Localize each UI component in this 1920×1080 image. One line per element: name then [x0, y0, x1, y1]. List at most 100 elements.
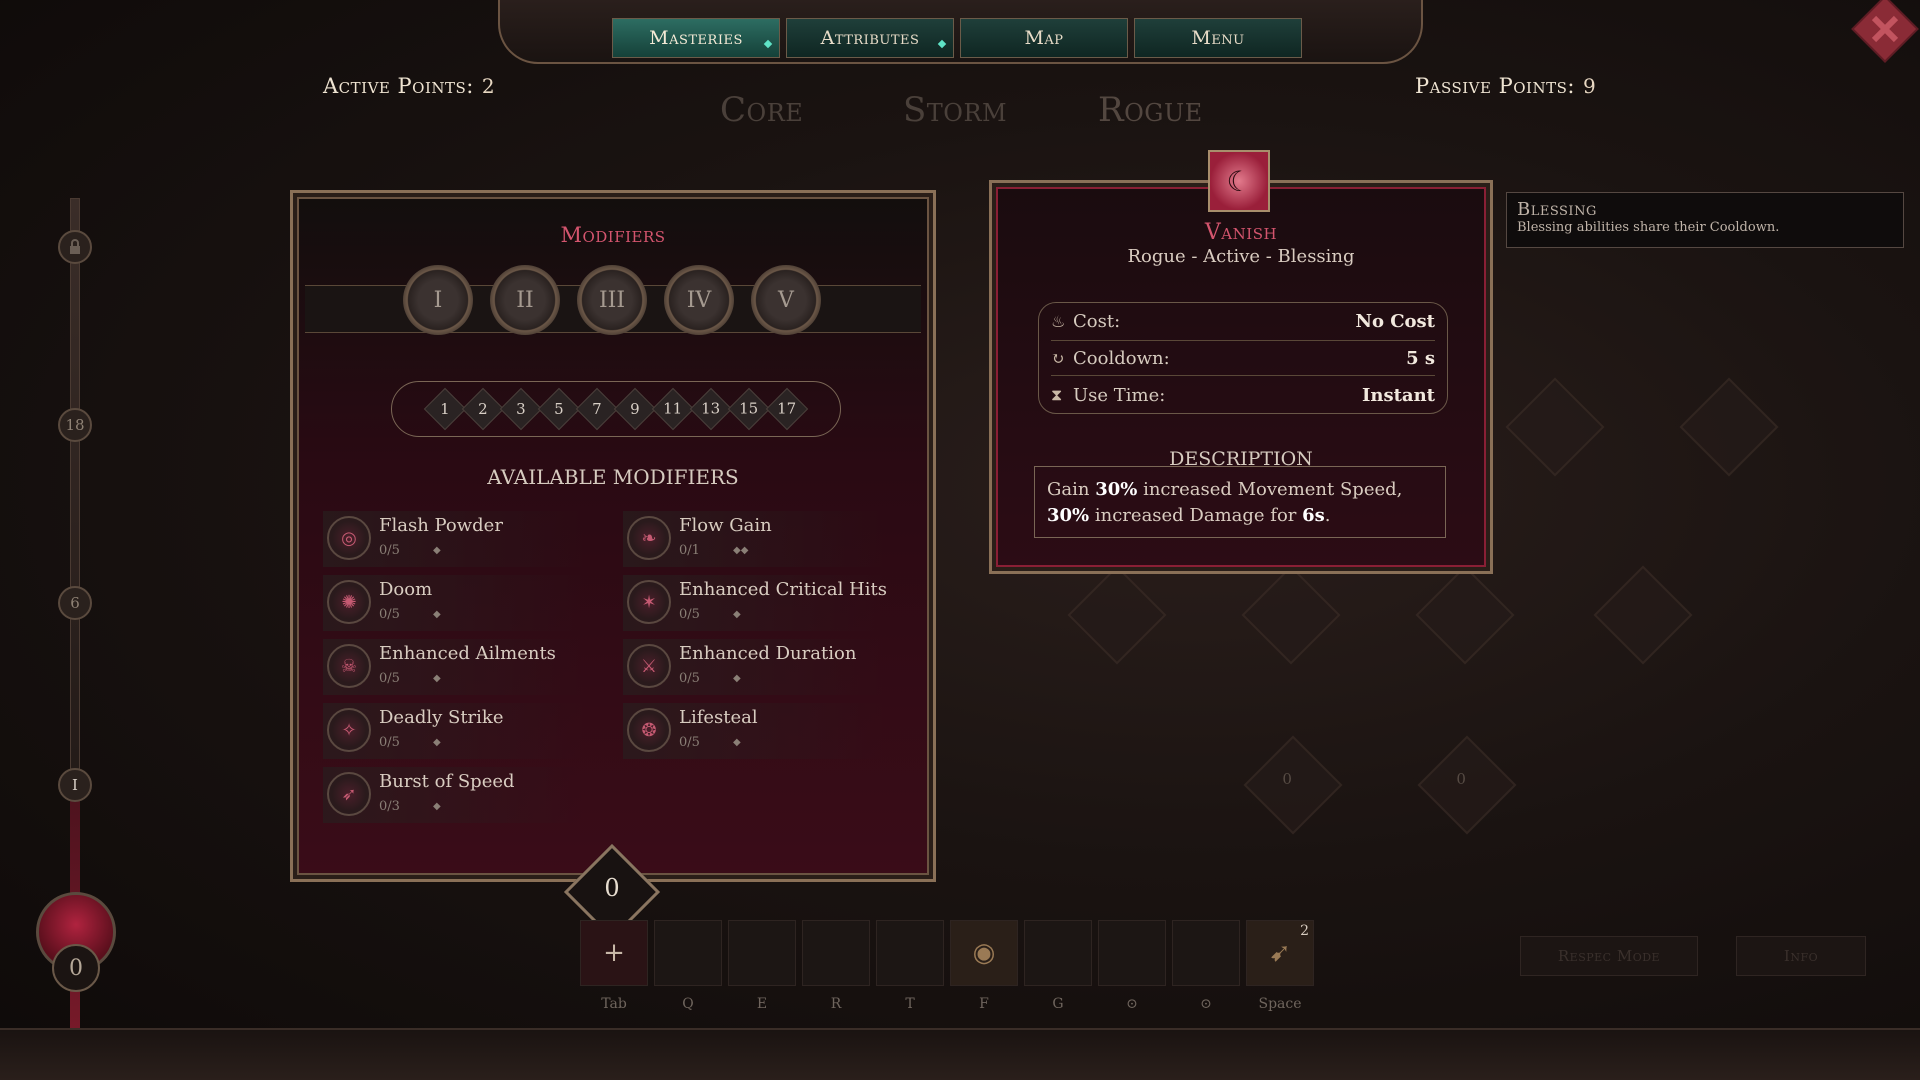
passive-node[interactable]: [1067, 565, 1167, 665]
level-marker: 9: [613, 387, 657, 431]
active-points-label: Active Points:: [323, 74, 474, 98]
hotbar-slot-space[interactable]: ➹ 2: [1246, 920, 1314, 986]
passive-node[interactable]: 0: [1417, 735, 1517, 835]
skill-name: Vanish: [1204, 220, 1278, 245]
bottom-frame: [0, 1028, 1920, 1080]
active-points: Active Points: 2: [323, 74, 495, 98]
critical-hits-icon: ✶: [627, 580, 671, 624]
hotbar-slot-q[interactable]: [654, 920, 722, 986]
tier-button-5[interactable]: V: [751, 265, 821, 335]
tab-masteries[interactable]: Masteries: [612, 18, 780, 58]
modifier-enhanced-ailments[interactable]: ☠ Enhanced Ailments 0/5 ◆: [323, 639, 613, 695]
hotbar-slot-rmb[interactable]: [1172, 920, 1240, 986]
passive-node[interactable]: [1241, 565, 1341, 665]
tab-label: Menu: [1191, 27, 1245, 49]
respec-mode-button[interactable]: Respec Mode: [1520, 936, 1698, 976]
key-label: Space: [1258, 996, 1302, 1012]
active-points-value: 2: [481, 74, 496, 98]
vanish-skill-icon: ☾: [1208, 150, 1270, 212]
mouse-left-icon: ⊙: [1126, 996, 1138, 1012]
key-label: G: [1052, 996, 1064, 1012]
skill-tags: Rogue - Active - Blessing: [1127, 246, 1355, 267]
top-navigation: Masteries Attributes Map Menu: [498, 0, 1423, 64]
mastery-orb: 0: [28, 880, 124, 1000]
level-marker: 17: [765, 387, 809, 431]
key-label: Tab: [601, 996, 627, 1012]
skill-hotbar: + ◉ ➹ 2 Tab Q E R T F G ⊙ ⊙ Space: [570, 920, 1320, 1020]
stat-cooldown: ↻ Cooldown: 5 s: [1051, 340, 1435, 376]
passive-node[interactable]: [1415, 565, 1515, 665]
flow-gain-icon: ❧: [627, 516, 671, 560]
lifesteal-icon: ❂: [627, 708, 671, 752]
doom-icon: ✺: [327, 580, 371, 624]
level-marker: 7: [575, 387, 619, 431]
counter-value: 0: [604, 874, 620, 902]
node-count: 0: [1282, 770, 1292, 789]
stat-cost: ♨ Cost: No Cost: [1051, 310, 1435, 332]
lock-icon: [58, 230, 92, 264]
level-marker: 5: [537, 387, 581, 431]
notification-dot-icon: [763, 39, 773, 49]
level-marker: 15: [727, 387, 771, 431]
cooldown-icon: ↻: [1051, 348, 1065, 368]
hotbar-slot-tab[interactable]: +: [580, 920, 648, 986]
tooltip-title: Blessing: [1517, 199, 1597, 220]
passive-points-value: 9: [1582, 74, 1597, 98]
tab-core[interactable]: Core: [720, 90, 803, 130]
key-label: R: [830, 996, 842, 1012]
tab-rogue[interactable]: Rogue: [1098, 90, 1203, 130]
modifier-lifesteal[interactable]: ❂ Lifesteal 0/5 ◆: [623, 703, 913, 759]
hourglass-icon: ⧗: [1051, 385, 1063, 404]
key-label: Q: [682, 996, 694, 1012]
passive-node[interactable]: [1679, 377, 1779, 477]
key-label: F: [979, 996, 989, 1012]
level-marker: 11: [651, 387, 695, 431]
level-track: 1 2 3 5 7 9 11 13 15 17: [391, 381, 841, 437]
slider-node: 6: [58, 586, 92, 620]
modifier-flow-gain[interactable]: ❧ Flow Gain 0/1 ◆◆: [623, 511, 913, 567]
hotbar-slot-g[interactable]: [1024, 920, 1092, 986]
cost-icon: ♨: [1051, 311, 1066, 331]
hotbar-slot-lmb[interactable]: [1098, 920, 1166, 986]
node-count: 0: [1456, 770, 1466, 789]
close-button[interactable]: [1848, 0, 1920, 72]
hotbar-slot-e[interactable]: [728, 920, 796, 986]
modifier-deadly-strike[interactable]: ✧ Deadly Strike 0/5 ◆: [323, 703, 613, 759]
modifiers-panel: Modifiers I II III IV V 1 2 3 5 7 9 11 1…: [290, 190, 936, 882]
tab-label: Attributes: [820, 27, 920, 49]
ailments-icon: ☠: [327, 644, 371, 688]
passive-points-label: Passive Points:: [1415, 74, 1575, 98]
stack-count: 2: [1300, 923, 1309, 939]
modifier-enhanced-duration[interactable]: ⚔ Enhanced Duration 0/5 ◆: [623, 639, 913, 695]
level-marker: 1: [423, 387, 467, 431]
hotbar-slot-t[interactable]: [876, 920, 944, 986]
tier-button-1[interactable]: I: [403, 265, 473, 335]
tier-button-4[interactable]: IV: [664, 265, 734, 335]
passive-points: Passive Points: 9: [1415, 74, 1596, 98]
info-button[interactable]: Info: [1736, 936, 1866, 976]
tab-map[interactable]: Map: [960, 18, 1128, 58]
passive-node[interactable]: [1593, 565, 1693, 665]
tab-label: Masteries: [649, 27, 743, 49]
passive-node[interactable]: [1505, 377, 1605, 477]
stat-use-time: ⧗ Use Time: Instant: [1051, 384, 1435, 406]
tier-button-2[interactable]: II: [490, 265, 560, 335]
tab-label: Map: [1024, 27, 1064, 49]
tab-menu[interactable]: Menu: [1134, 18, 1302, 58]
slider-node: 18: [58, 408, 92, 442]
dash-skill-icon: ➹: [1269, 938, 1291, 968]
passive-node[interactable]: 0: [1243, 735, 1343, 835]
tab-attributes[interactable]: Attributes: [786, 18, 954, 58]
ring-skill-icon: ◉: [972, 938, 996, 968]
tab-storm[interactable]: Storm: [903, 90, 1007, 130]
hotbar-slot-f[interactable]: ◉: [950, 920, 1018, 986]
modifier-enhanced-critical-hits[interactable]: ✶ Enhanced Critical Hits 0/5 ◆: [623, 575, 913, 631]
hotbar-slot-r[interactable]: [802, 920, 870, 986]
tier-button-3[interactable]: III: [577, 265, 647, 335]
modifier-doom[interactable]: ✺ Doom 0/5 ◆: [323, 575, 613, 631]
modifier-burst-of-speed[interactable]: ➶ Burst of Speed 0/3 ◆: [323, 767, 613, 823]
level-marker: 13: [689, 387, 733, 431]
modifier-flash-powder[interactable]: ◎ Flash Powder 0/5 ◆: [323, 511, 613, 567]
level-marker: 3: [499, 387, 543, 431]
burst-of-speed-icon: ➶: [327, 772, 371, 816]
